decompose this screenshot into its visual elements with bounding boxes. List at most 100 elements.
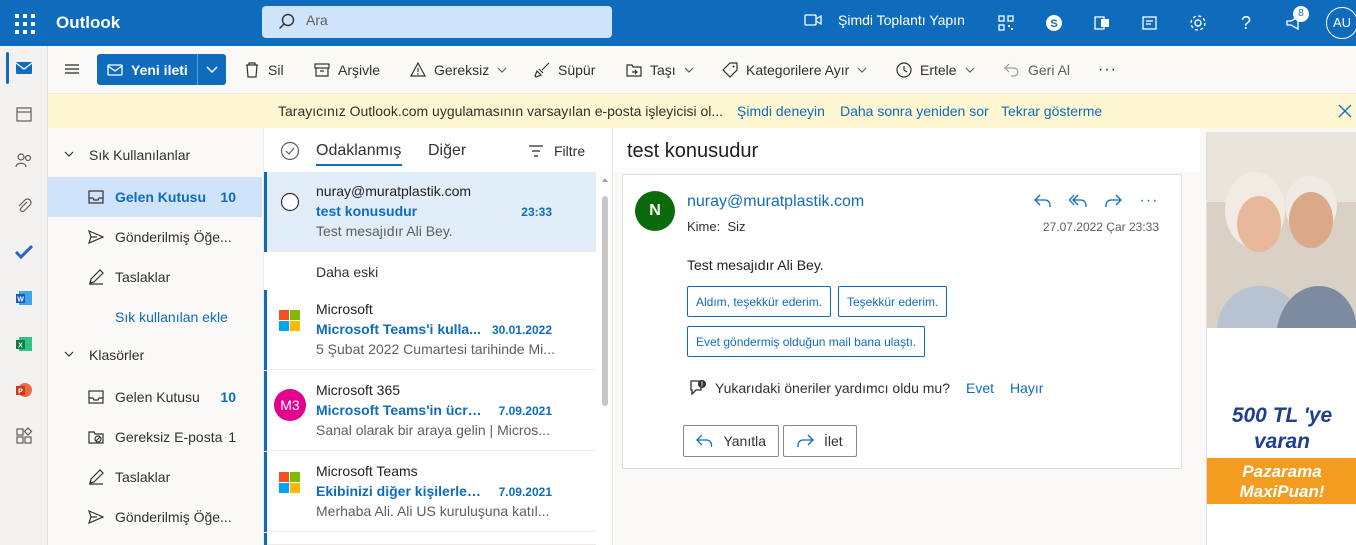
new-message-label: Yeni ileti [131, 61, 188, 78]
reply-all-arrow-icon [1069, 194, 1087, 207]
undo-arrow-icon [1004, 63, 1019, 77]
app-launcher-icon[interactable] [12, 11, 36, 35]
archive-label: Arşivle [338, 62, 381, 78]
rail-powerpoint[interactable]: P [0, 368, 48, 412]
suggested-reply-3[interactable]: Evet göndermiş olduğun mail bana ulaştı. [687, 326, 926, 357]
message-item[interactable]: Microsoft Microsoft Teams'i kulla... 30.… [264, 290, 596, 370]
reply-label: Yanıtla [723, 433, 766, 449]
message-item[interactable]: M3 Microsoft 365 Microsoft Teams'in ücre… [264, 371, 596, 451]
my-day-icon[interactable] [1138, 11, 1162, 35]
rail-people[interactable] [0, 138, 48, 182]
categorize-button[interactable]: Kategorilere Ayır [722, 58, 867, 82]
undo-button[interactable]: Geri Al [1004, 58, 1070, 82]
folder-sent[interactable]: Gönderilmiş Öğe... [48, 497, 262, 537]
to-value: Siz [727, 219, 746, 234]
folder-fav-sent[interactable]: Gönderilmiş Öğe... [48, 217, 262, 257]
folder-inbox[interactable]: Gelen Kutusu 10 [48, 377, 262, 417]
filter-button[interactable]: Filtre [528, 143, 585, 159]
rail-calendar[interactable] [0, 92, 48, 136]
message-list-scrollbar[interactable] [601, 172, 609, 545]
search-input[interactable] [306, 12, 586, 28]
new-message-dropdown[interactable] [198, 65, 226, 74]
sender-avatar[interactable]: N [635, 191, 675, 231]
reply-all-action[interactable] [1064, 189, 1092, 213]
message-item[interactable] [264, 533, 596, 545]
help-icon[interactable]: ? [1234, 11, 1258, 35]
suggested-reply-1[interactable]: Aldım, teşekkür ederim. [687, 286, 832, 317]
rail-more-apps[interactable] [0, 414, 48, 458]
folder-fav-drafts[interactable]: Taslaklar [48, 257, 262, 297]
folder-label: Taslaklar [115, 469, 171, 485]
archive-button[interactable]: Arşivle [314, 58, 380, 82]
broom-icon [534, 62, 550, 78]
ask-later-link[interactable]: Daha sonra yeniden sor [840, 103, 989, 119]
scroll-up-arrow-icon[interactable] [602, 178, 608, 182]
forward-action[interactable] [1099, 189, 1127, 213]
search-box[interactable] [262, 6, 612, 38]
microsoft-logo-icon [279, 310, 300, 331]
folders-header[interactable]: Klasörler [48, 335, 262, 375]
dont-show-again-link[interactable]: Tekrar gösterme [1001, 103, 1102, 119]
junk-button[interactable]: Gereksiz [410, 58, 507, 82]
message-list: Odaklanmış Diğer Filtre nuray@muratplast… [263, 128, 613, 545]
add-favorite-link[interactable]: Sık kullanılan ekle [48, 297, 262, 337]
reply-action[interactable] [1029, 189, 1057, 213]
message-item[interactable]: nuray@muratplastik.com test konusudur 23… [264, 172, 596, 252]
message-subject: Microsoft Teams'in ücret... [316, 402, 484, 418]
inbox-icon [88, 390, 104, 404]
email-date: 27.07.2022 Çar 23:33 [1042, 220, 1159, 234]
skype-icon[interactable]: S [1042, 11, 1066, 35]
settings-gear-icon[interactable] [1186, 11, 1210, 35]
rail-mail[interactable] [0, 46, 48, 90]
forward-arrow-icon [1105, 194, 1122, 207]
sweep-button[interactable]: Süpür [534, 58, 595, 82]
folder-junk[interactable]: Gereksiz E-posta 1 [48, 417, 262, 457]
folder-drafts[interactable]: Taslaklar [48, 457, 262, 497]
feedback-no-link[interactable]: Hayır [1010, 380, 1043, 396]
delete-button[interactable]: Sil [244, 58, 284, 82]
chevron-down-icon [857, 67, 867, 73]
excel-icon: X [16, 337, 32, 351]
select-circle-icon[interactable] [280, 192, 300, 212]
tab-other[interactable]: Diğer [428, 142, 466, 160]
scrollbar-thumb[interactable] [602, 196, 608, 406]
email-subject: test konusudur [627, 140, 759, 162]
message-item[interactable]: Microsoft Teams Ekibinizi diğer kişilerl… [264, 452, 596, 532]
office-apps-icon[interactable] [1090, 11, 1114, 35]
rail-word[interactable]: W [0, 276, 48, 320]
microsoft-logo-icon [279, 472, 300, 493]
sender-email[interactable]: nuray@muratplastik.com [687, 193, 864, 211]
meet-now-button[interactable]: Şimdi Toplantı Yapın [804, 12, 965, 28]
rail-todo[interactable] [0, 230, 48, 274]
filter-label: Filtre [554, 143, 586, 159]
try-now-link[interactable]: Şimdi deneyin [737, 103, 825, 119]
qr-code-icon[interactable] [994, 11, 1018, 35]
more-actions-button[interactable]: ··· [1098, 58, 1117, 82]
junk-label: Gereksiz [434, 62, 490, 78]
rail-files[interactable] [0, 184, 48, 228]
unread-count: 1 [228, 429, 236, 445]
new-message-button[interactable]: Yeni ileti [97, 54, 226, 85]
reply-button[interactable]: Yanıtla [683, 425, 779, 457]
close-icon[interactable] [1338, 104, 1352, 121]
favorites-header[interactable]: Sık Kullanılanlar [48, 135, 262, 175]
feedback-question: Yukarıdaki öneriler yardımcı oldu mu? [715, 380, 950, 396]
suggested-reply-2[interactable]: Teşekkür ederim. [838, 286, 948, 317]
select-all-circle-icon[interactable] [280, 141, 300, 161]
advertisement-panel[interactable]: 500 TL 'ye varan Pazarama MaxiPuan! [1206, 132, 1356, 545]
forward-button[interactable]: İlet [783, 425, 857, 457]
more-email-actions-icon[interactable]: ··· [1135, 189, 1163, 213]
tab-focused[interactable]: Odaklanmış [316, 142, 401, 160]
snooze-button[interactable]: Ertele [896, 58, 975, 82]
move-label: Taşı [650, 62, 676, 78]
feedback-yes-link[interactable]: Evet [966, 380, 994, 396]
app-name[interactable]: Outlook [56, 13, 120, 33]
message-sender: Microsoft Teams [316, 463, 418, 479]
move-button[interactable]: Taşı [626, 58, 694, 82]
folder-label: Gelen Kutusu [115, 389, 200, 405]
folder-fav-inbox[interactable]: Gelen Kutusu 10 [48, 177, 262, 217]
user-avatar[interactable]: AU [1326, 7, 1356, 39]
hamburger-menu-icon[interactable] [64, 62, 80, 79]
rail-excel[interactable]: X [0, 322, 48, 366]
apps-grid-icon [16, 427, 33, 444]
